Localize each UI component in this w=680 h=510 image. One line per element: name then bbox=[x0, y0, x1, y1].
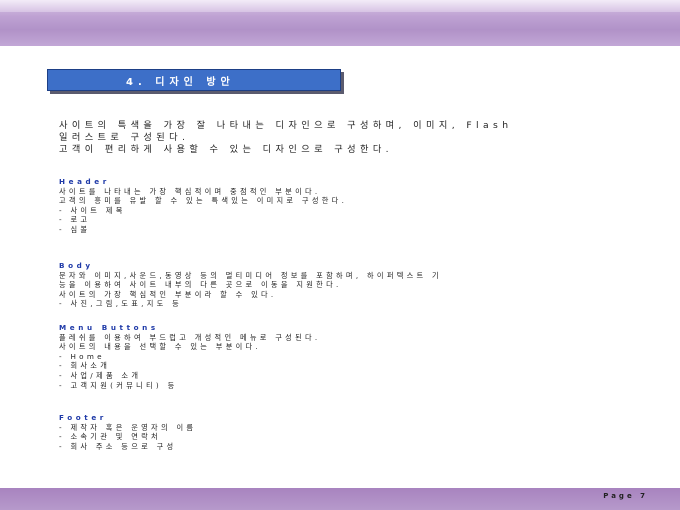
section-heading: Menu Buttons bbox=[59, 323, 159, 332]
top-decorative-band bbox=[0, 0, 680, 46]
section-line: 사이트의 가장 핵심적인 부분이라 할 수 있다. bbox=[59, 289, 277, 299]
section-line: - 로고 bbox=[59, 215, 91, 225]
section-line: 능을 이용하여 사이트 내부의 다른 곳으로 이동을 지원한다. bbox=[59, 280, 342, 290]
section-line: - 소속기관 및 연락처 bbox=[59, 432, 161, 442]
intro-line: 일러스트로 구성된다. bbox=[59, 131, 190, 143]
intro-line: 사이트의 특색을 가장 잘 나타내는 디자인으로 구성하며, 이미지, Flas… bbox=[59, 120, 513, 131]
body-section: Body 문자와 이미지,사운드,동영상 등의 멀티미디어 정보를 포함하며, … bbox=[59, 261, 639, 309]
footer-section: Footer - 제작자 혹은 운영자의 이름 - 소속기관 및 연락처 - 회… bbox=[59, 413, 639, 451]
section-line: - Home bbox=[59, 351, 105, 361]
section-line: 사이트의 내용을 선택할 수 있는 부분이다. bbox=[59, 342, 262, 352]
section-heading: Header bbox=[59, 177, 110, 186]
section-line: 고객의 흥미를 유발 할 수 있는 특색있는 이미지로 구성한다. bbox=[59, 196, 348, 206]
section-line: - 회사 주소 등으로 구성 bbox=[59, 441, 177, 451]
section-heading: Footer bbox=[59, 413, 107, 422]
section-line: - 제작자 혹은 운영자의 이름 bbox=[59, 422, 197, 432]
section-line: - 사업/제품 소개 bbox=[59, 370, 142, 380]
section-line: - 회사소개 bbox=[59, 361, 111, 371]
section-line: - 고객지원(커뮤니티) 등 bbox=[59, 380, 178, 390]
section-line: 문자와 이미지,사운드,동영상 등의 멀티미디어 정보를 포함하며, 하이퍼텍스… bbox=[59, 270, 442, 280]
intro-line: 고객이 편리하게 사용할 수 있는 디자인으로 구성한다. bbox=[59, 143, 393, 155]
section-line: 플레쉬를 이용하여 부드럽고 개성적인 메뉴로 구성된다. bbox=[59, 332, 321, 342]
section-title-box: 4. 디자인 방안 bbox=[47, 69, 341, 91]
section-heading: Body bbox=[59, 261, 94, 270]
section-line: - 사진,그림,도표,지도 등 bbox=[59, 299, 183, 309]
menu-buttons-section: Menu Buttons 플레쉬를 이용하여 부드럽고 개성적인 메뉴로 구성된… bbox=[59, 323, 639, 390]
page-number: Page 7 bbox=[603, 492, 648, 500]
section-line: - 심볼 bbox=[59, 224, 91, 234]
intro-paragraph: 사이트의 특색을 가장 잘 나타내는 디자인으로 구성하며, 이미지, Flas… bbox=[59, 120, 639, 155]
section-title: 4. 디자인 방안 bbox=[126, 77, 235, 88]
top-band-highlight bbox=[0, 0, 680, 12]
header-section: Header 사이트를 나타내는 가장 핵심적이며 중점적인 부분이다. 고객의… bbox=[59, 177, 639, 235]
bottom-decorative-band: Page 7 bbox=[0, 488, 680, 510]
section-line: 사이트를 나타내는 가장 핵심적이며 중점적인 부분이다. bbox=[59, 186, 321, 196]
section-line: - 사이트 제목 bbox=[59, 205, 126, 215]
